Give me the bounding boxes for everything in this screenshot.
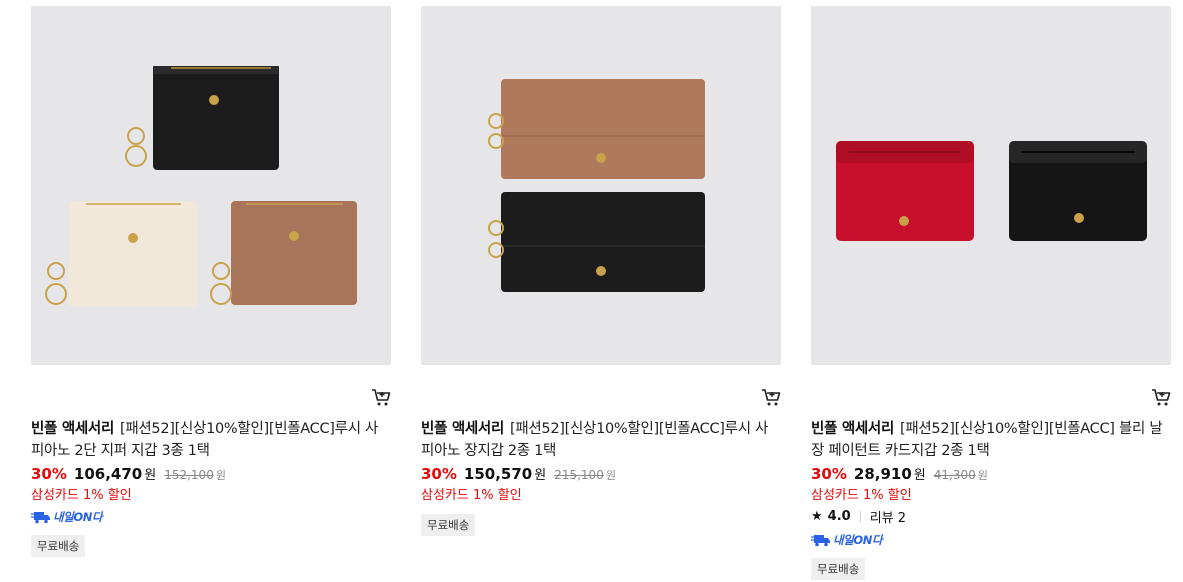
product-image[interactable] <box>811 6 1171 365</box>
add-to-cart-button[interactable] <box>761 387 781 407</box>
delivery-badge-label: 내일ON다 <box>53 510 103 524</box>
discount-rate: 30% <box>811 465 847 483</box>
card-discount: 삼성카드 1% 할인 <box>31 488 132 503</box>
price-row: 30% 106,470 원 152,100 원 <box>31 464 226 484</box>
delivery-truck-icon <box>31 512 50 524</box>
product-image[interactable] <box>421 6 781 365</box>
product-title[interactable]: 빈폴 액세서리 [패션52][신상10%할인][빈폴ACC] 블리 날장 페이턴트… <box>811 418 1171 462</box>
sale-price: 106,470 <box>73 465 143 483</box>
delivery-truck-icon <box>811 535 830 547</box>
free-shipping-tag: 무료배송 <box>811 558 866 580</box>
discount-rate: 30% <box>421 465 457 483</box>
rating-row: ★ 4.0 리뷰 2 <box>811 507 906 526</box>
add-to-cart-button[interactable] <box>371 387 391 407</box>
delivery-badge: 내일ON다 <box>811 532 883 548</box>
brand-name: 빈폴 액세서리 <box>421 421 504 437</box>
delivery-badge-label: 내일ON다 <box>833 533 883 547</box>
card-discount: 삼성카드 1% 할인 <box>421 488 522 503</box>
brand-name: 빈폴 액세서리 <box>31 421 114 437</box>
product-card[interactable]: 빈폴 액세서리 [패션52][신상10%할인][빈폴ACC]루시 사피아노 2단 … <box>31 6 391 557</box>
product-title[interactable]: 빈폴 액세서리 [패션52][신상10%할인][빈폴ACC]루시 사피아노 2단 … <box>31 418 391 462</box>
product-card[interactable]: 빈폴 액세서리 [패션52][신상10%할인][빈폴ACC] 블리 날장 페이턴트… <box>811 6 1171 580</box>
cart-icon <box>372 389 391 406</box>
original-price: 152,100 <box>164 468 214 482</box>
product-title[interactable]: 빈폴 액세서리 [패션52][신상10%할인][빈폴ACC]루시 사피아노 장지갑… <box>421 418 781 462</box>
price-row: 30% 150,570 원 215,100 원 <box>421 464 616 484</box>
wallet-photo <box>45 66 357 307</box>
discount-rate: 30% <box>31 465 67 483</box>
free-shipping-tag: 무료배송 <box>31 535 86 557</box>
divider <box>859 511 861 522</box>
add-to-cart-button[interactable] <box>1151 387 1171 407</box>
product-card[interactable]: 빈폴 액세서리 [패션52][신상10%할인][빈폴ACC]루시 사피아노 장지갑… <box>421 6 781 536</box>
sale-price: 150,570 <box>463 465 533 483</box>
delivery-badge: 내일ON다 <box>31 509 103 525</box>
free-shipping-tag: 무료배송 <box>421 514 476 536</box>
currency: 원 <box>534 468 547 483</box>
card-discount: 삼성카드 1% 할인 <box>811 488 912 503</box>
brand-name: 빈폴 액세서리 <box>811 421 894 437</box>
original-price: 41,300 <box>933 468 976 482</box>
wallet-photo <box>836 141 1147 241</box>
rating-score: 4.0 <box>827 509 851 524</box>
original-price: 215,100 <box>554 468 604 482</box>
review-count[interactable]: 리뷰 2 <box>870 507 906 526</box>
original-currency: 원 <box>605 469 616 482</box>
original-currency: 원 <box>215 469 226 482</box>
product-image[interactable] <box>31 6 391 365</box>
wallet-photo <box>488 79 705 292</box>
star-icon: ★ <box>811 509 823 524</box>
currency: 원 <box>913 468 926 483</box>
cart-icon <box>1152 389 1171 406</box>
price-row: 30% 28,910 원 41,300 원 <box>811 464 988 484</box>
original-currency: 원 <box>977 469 988 482</box>
sale-price: 28,910 <box>853 465 912 483</box>
cart-icon <box>762 389 781 406</box>
currency: 원 <box>144 468 157 483</box>
